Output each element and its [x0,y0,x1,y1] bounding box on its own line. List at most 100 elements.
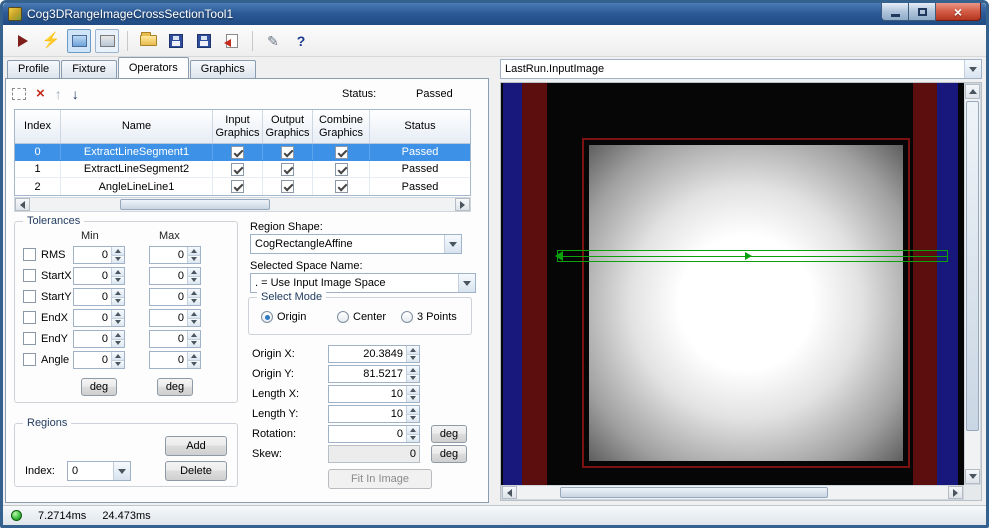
table-row[interactable]: 1 ExtractLineSegment2 Passed [15,161,470,178]
combine-graphics-checkbox[interactable] [334,162,348,176]
startx-min-spinner[interactable]: 0 [73,267,125,285]
scroll-left-button[interactable] [15,198,30,211]
scrollbar-thumb[interactable] [120,199,270,210]
input-graphics-checkbox[interactable] [231,145,244,159]
endy-max-spinner[interactable]: 0 [149,330,201,348]
spin-up-button[interactable] [407,386,419,394]
spin-down-button[interactable] [188,254,200,263]
spinner-value[interactable]: 0 [74,310,111,326]
input-graphics-checkbox[interactable] [231,180,244,193]
radio-origin[interactable]: Origin [261,311,306,323]
startx-max-spinner[interactable]: 0 [149,267,201,285]
spin-down-button[interactable] [112,254,124,263]
tab-operators[interactable]: Operators [117,57,189,78]
table-row[interactable]: 2 AngleLineLine1 Passed [15,178,470,195]
spin-down-button[interactable] [112,317,124,326]
spin-down-button[interactable] [188,338,200,347]
spinner-value[interactable]: 20.3849 [329,346,406,362]
save-button[interactable] [164,29,188,53]
spinner-value[interactable]: 0 [150,268,187,284]
maximize-button[interactable] [909,3,936,21]
rms-min-spinner[interactable]: 0 [73,246,125,264]
spin-up-button[interactable] [188,310,200,318]
image-source-combo[interactable]: LastRun.InputImage [500,59,982,79]
spinner-value[interactable]: 0 [74,247,111,263]
help-button[interactable]: ? [289,29,313,53]
output-graphics-checkbox[interactable] [281,145,294,159]
spinner-value[interactable]: 0 [150,247,187,263]
spinner-value[interactable]: 10 [329,386,406,402]
minimize-button[interactable] [881,3,909,21]
range-image-display[interactable] [501,83,964,485]
tab-profile[interactable]: Profile [7,60,61,78]
tab-graphics[interactable]: Graphics [189,60,256,78]
electric-run-button[interactable]: ⚡ [39,29,63,53]
radio-3points[interactable]: 3 Points [401,311,457,323]
dropdown-button[interactable] [458,274,475,292]
spinner-value[interactable]: 0 [150,352,187,368]
scroll-right-button[interactable] [455,198,470,211]
angle-max-spinner[interactable]: 0 [149,351,201,369]
scrollbar-thumb[interactable] [966,101,979,431]
origin-x-spinner[interactable]: 20.3849 [328,345,420,363]
endx-checkbox[interactable] [23,311,36,324]
spin-up-button[interactable] [407,406,419,414]
spin-up-button[interactable] [112,268,124,276]
spinner-value[interactable]: 81.5217 [329,366,406,382]
scroll-right-button[interactable] [948,486,963,499]
title-bar[interactable]: Cog3DRangeImageCrossSectionTool1 × [3,3,986,25]
spin-up-button[interactable] [407,346,419,354]
spinner-value[interactable]: 0 [74,331,111,347]
import-button[interactable] [220,29,244,53]
open-button[interactable] [136,29,160,53]
selected-space-combo[interactable]: . = Use Input Image Space [250,273,476,293]
spin-down-button[interactable] [112,275,124,284]
spinner-value[interactable]: 0 [329,426,406,442]
region-shape-combo[interactable]: CogRectangleAffine [250,234,462,254]
starty-min-spinner[interactable]: 0 [73,288,125,306]
spinner-value[interactable]: 0 [74,268,111,284]
col-header-output-graphics[interactable]: Output Graphics [263,110,313,143]
endx-max-spinner[interactable]: 0 [149,309,201,327]
angle-min-spinner[interactable]: 0 [73,351,125,369]
output-graphics-checkbox[interactable] [281,180,294,193]
dropdown-button[interactable] [964,60,981,78]
col-header-index[interactable]: Index [15,110,61,143]
dropdown-button[interactable] [113,462,130,480]
edit-tool-button[interactable]: ✎ [261,29,285,53]
spin-down-button[interactable] [188,296,200,305]
endy-min-spinner[interactable]: 0 [73,330,125,348]
startx-checkbox[interactable] [23,269,36,282]
spin-down-button[interactable] [112,359,124,368]
scrollbar-thumb[interactable] [560,487,828,498]
length-x-spinner[interactable]: 10 [328,385,420,403]
combine-graphics-checkbox[interactable] [334,180,348,193]
region-index-combo[interactable]: 0 [67,461,131,481]
spin-down-button[interactable] [112,296,124,305]
move-up-button[interactable]: ↑ [55,86,62,102]
scroll-up-button[interactable] [965,84,980,99]
col-header-name[interactable]: Name [61,110,213,143]
spin-down-button[interactable] [188,275,200,284]
spin-down-button[interactable] [407,413,419,422]
run-button[interactable] [11,29,35,53]
spin-down-button[interactable] [407,373,419,382]
skew-deg-button[interactable]: deg [431,445,467,463]
combine-graphics-checkbox[interactable] [334,145,348,159]
delete-region-button[interactable]: Delete [165,461,227,481]
angle-checkbox[interactable] [23,353,36,366]
spin-up-button[interactable] [407,366,419,374]
starty-max-spinner[interactable]: 0 [149,288,201,306]
cross-section-region-graphic[interactable] [555,250,948,262]
move-down-button[interactable]: ↓ [72,86,79,102]
spin-down-button[interactable] [407,433,419,442]
output-graphics-checkbox[interactable] [281,162,294,176]
spin-up-button[interactable] [112,310,124,318]
delete-operator-button[interactable]: × [36,86,45,101]
rms-max-spinner[interactable]: 0 [149,246,201,264]
spinner-value[interactable]: 0 [74,352,111,368]
image-horizontal-scrollbar[interactable] [501,485,964,500]
min-deg-button[interactable]: deg [81,378,117,396]
show-image-toggle[interactable] [67,28,91,53]
spinner-value[interactable]: 0 [74,289,111,305]
